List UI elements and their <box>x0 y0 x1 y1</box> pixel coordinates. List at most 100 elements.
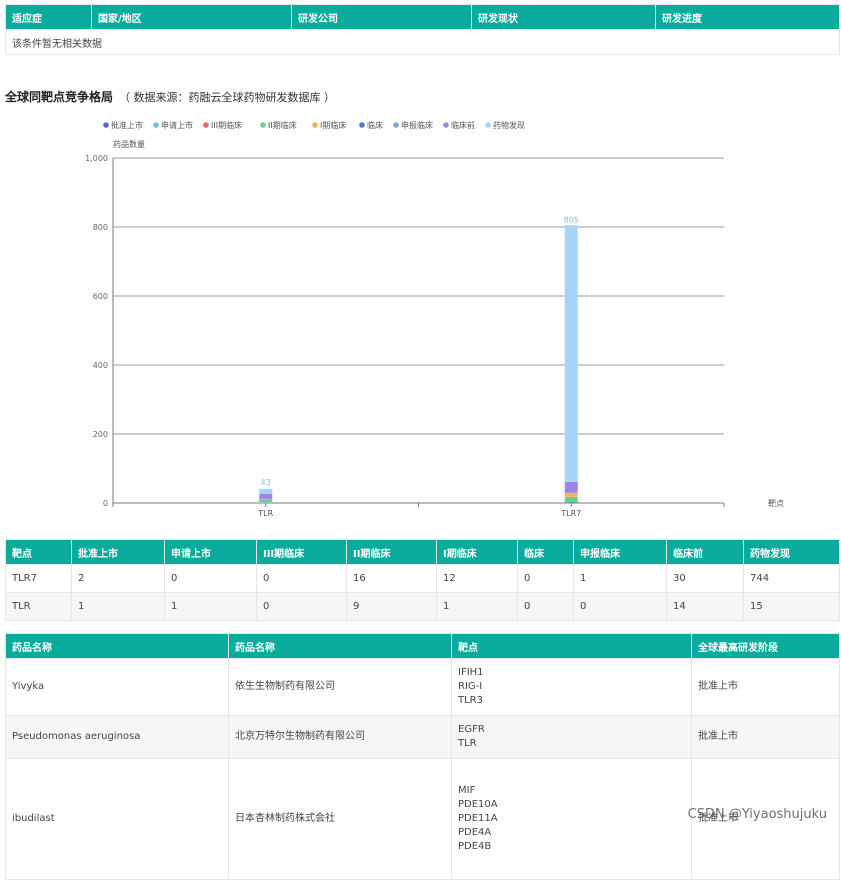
target-table-header[interactable]: 临床 <box>517 539 574 565</box>
bar-stack[interactable] <box>259 488 273 504</box>
y-tick-label: 1,000 <box>85 154 108 163</box>
target-table-cell: TLR7 <box>5 564 72 593</box>
legend-item[interactable]: 批准上市 <box>103 120 143 130</box>
legend-item[interactable]: 临床 <box>359 120 383 130</box>
target-table-cell: 15 <box>743 592 840 621</box>
legend-item[interactable]: II期临床 <box>260 120 297 130</box>
target-table-row: TLR7 2 0 0 16 12 0 1 30 744 <box>5 564 840 593</box>
data-source-note: （ 数据来源：药融云全球药物研发数据库 ） <box>119 91 336 104</box>
bar-segment[interactable] <box>564 481 578 493</box>
target-table-cell: 0 <box>256 564 347 593</box>
chart-legend[interactable]: 批准上市 申请上市 III期临床 II期临床 I期临床 临床 申报临床 临床前 药物发现 <box>103 120 525 130</box>
legend-marker <box>359 122 365 128</box>
target-table-header[interactable]: 申报临床 <box>573 539 667 565</box>
target-table-header[interactable]: 靶点 <box>5 539 72 565</box>
legend-item[interactable]: III期临床 <box>203 120 242 130</box>
bar-segment[interactable] <box>259 498 273 500</box>
chart-bars[interactable]: 43 805 <box>259 215 579 504</box>
drug-table-header[interactable]: 全球最高研发阶段 <box>691 633 840 659</box>
legend-label: 药物发现 <box>493 120 525 130</box>
bar-segment[interactable] <box>564 492 578 497</box>
target-table-header[interactable]: 申请上市 <box>164 539 257 565</box>
legend-item[interactable]: 申报临床 <box>393 120 433 130</box>
bar-segment[interactable] <box>259 488 273 495</box>
target-name: TLR <box>458 738 477 749</box>
target-table-cell: 1 <box>164 592 257 621</box>
drug-table-row: Yivyka 依生生物制药有限公司 IFIH1 RIG-I TLR3 批准上市 <box>5 658 840 716</box>
drug-name-cell[interactable]: Yivyka <box>5 658 229 716</box>
chart-gridlines <box>112 157 724 504</box>
legend-item[interactable]: 药物发现 <box>485 120 525 130</box>
company-cell: 北京万特尔生物制药有限公司 <box>228 715 452 759</box>
legend-marker <box>485 122 491 128</box>
target-table-cell: 9 <box>346 592 437 621</box>
drug-name-cell[interactable]: ibudilast <box>5 758 229 880</box>
header-status[interactable]: 研发现状 <box>471 4 656 30</box>
target-table-header[interactable]: III期临床 <box>256 539 347 565</box>
bar-total-label: 43 <box>261 478 271 487</box>
target-table-cell: 1 <box>436 592 518 621</box>
y-axis-ticks: 0 200 400 600 800 1,000 <box>85 154 108 508</box>
legend-label: 申请上市 <box>161 120 193 130</box>
target-name: MIF <box>458 785 476 796</box>
header-country[interactable]: 国家/地区 <box>91 4 292 30</box>
y-tick-label: 800 <box>93 223 108 232</box>
bar-segment[interactable] <box>564 225 578 482</box>
target-table-cell: 744 <box>743 564 840 593</box>
bar-segment[interactable] <box>259 494 273 499</box>
targets-cell: IFIH1 RIG-I TLR3 <box>451 658 692 716</box>
section-title-text: 全球同靶点竞争格局 <box>5 90 114 104</box>
x-axis-title: 靶点 <box>768 498 784 508</box>
target-table-header[interactable]: 药物发现 <box>743 539 840 565</box>
target-name: EGFR <box>458 724 485 735</box>
bar-segment[interactable] <box>259 502 273 504</box>
x-axis-ticks: TLR TLR7 <box>112 503 725 518</box>
target-stage-table: 靶点 批准上市 申请上市 III期临床 II期临床 I期临床 临床 申报临床 临床前 药物发现 T… <box>5 539 840 621</box>
legend-label: 临床 <box>367 120 383 130</box>
target-name: PDE4A <box>458 827 492 838</box>
bar-segment[interactable] <box>564 502 578 504</box>
target-name: PDE11A <box>458 813 498 824</box>
drug-list-table: 药品名称 药品名称 靶点 全球最高研发阶段 Yivyka 依生生物制药有限公司 IFIH1… <box>5 633 840 880</box>
legend-label: II期临床 <box>268 120 297 130</box>
target-table-header[interactable]: 批准上市 <box>71 539 165 565</box>
legend-label: III期临床 <box>211 120 242 130</box>
header-company[interactable]: 研发公司 <box>291 4 472 30</box>
target-table-cell: TLR <box>5 592 72 621</box>
legend-item[interactable]: 申请上市 <box>153 120 193 130</box>
indication-table: 适应症 国家/地区 研发公司 研发现状 研发进度 该条件暂无相关数据 <box>5 4 840 55</box>
header-progress[interactable]: 研发进度 <box>655 4 840 30</box>
stage-cell: 批准上市 <box>691 658 840 716</box>
target-table-header[interactable]: II期临床 <box>346 539 437 565</box>
target-competition-chart: 批准上市 申请上市 III期临床 II期临床 I期临床 临床 申报临床 临床前 药物发现 药品数… <box>85 120 784 518</box>
header-indication[interactable]: 适应症 <box>5 4 92 30</box>
legend-label: 临床前 <box>451 120 475 130</box>
x-tick-label: TLR7 <box>560 509 581 518</box>
drug-name-cell[interactable]: Pseudomonas aeruginosa <box>5 715 229 759</box>
stage-cell: 批准上市 <box>691 715 840 759</box>
targets-cell: EGFR TLR <box>451 715 692 759</box>
target-table-cell: 0 <box>517 564 574 593</box>
company-cell: 依生生物制药有限公司 <box>228 658 452 716</box>
section-title: 全球同靶点竞争格局 （ 数据来源：药融云全球药物研发数据库 ） <box>5 88 335 105</box>
target-table-header[interactable]: I期临床 <box>436 539 518 565</box>
legend-item[interactable]: 临床前 <box>443 120 475 130</box>
legend-label: I期临床 <box>320 120 346 130</box>
csdn-watermark: CSDN @Yiyaoshujuku <box>687 807 827 822</box>
drug-table-header[interactable]: 药品名称 <box>5 633 229 659</box>
target-table-cell: 30 <box>666 564 744 593</box>
drug-table-header[interactable]: 药品名称 <box>228 633 452 659</box>
bar-total-label: 805 <box>564 215 579 224</box>
legend-marker <box>393 122 399 128</box>
y-tick-label: 600 <box>93 292 108 301</box>
bar-stack[interactable] <box>564 225 578 504</box>
bar-segment[interactable] <box>564 492 578 494</box>
target-name: IFIH1 <box>458 667 484 678</box>
bar-segment[interactable] <box>564 496 578 503</box>
legend-label: 申报临床 <box>401 120 433 130</box>
bar-segment[interactable] <box>259 499 273 503</box>
legend-item[interactable]: I期临床 <box>312 120 346 130</box>
drug-table-header[interactable]: 靶点 <box>451 633 692 659</box>
target-table-header[interactable]: 临床前 <box>666 539 744 565</box>
target-name: PDE10A <box>458 799 498 810</box>
